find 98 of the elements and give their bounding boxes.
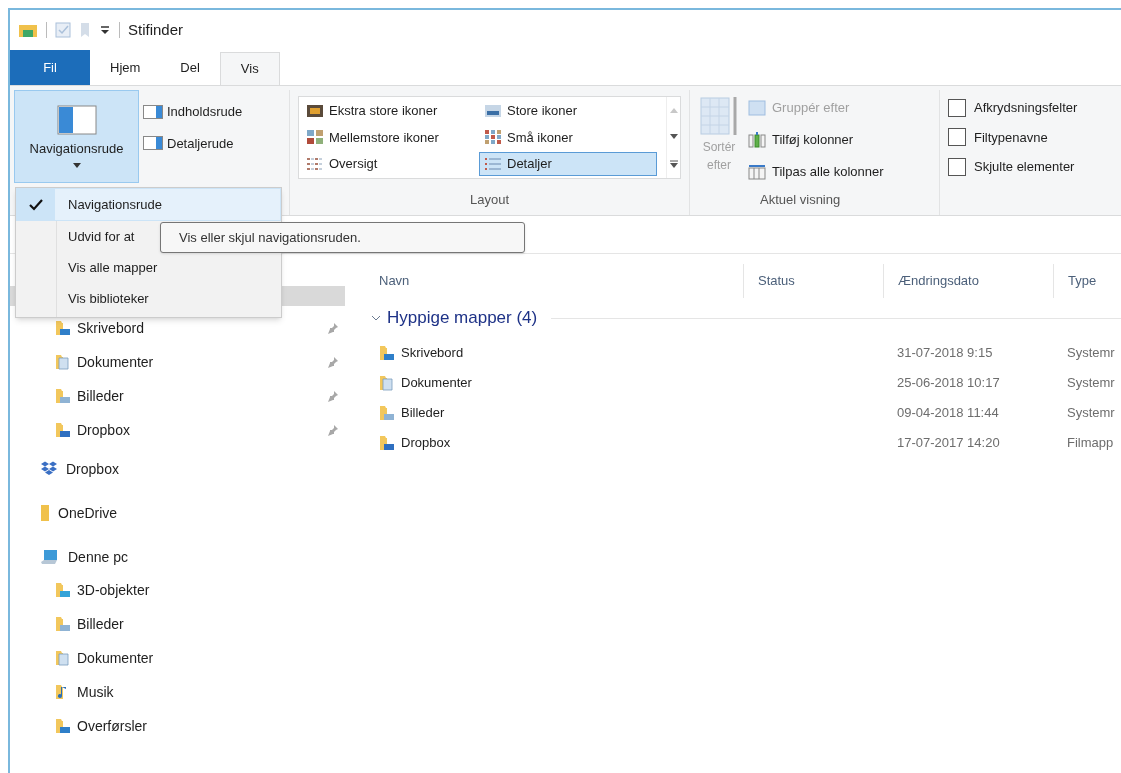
folder-icon	[55, 320, 71, 336]
column-header[interactable]: Ændringsdato	[883, 264, 1053, 298]
checkbox-label: Filtypenavne	[974, 128, 1048, 147]
customize-icon[interactable]	[99, 24, 111, 36]
nav-item[interactable]: Overførsler	[77, 715, 147, 737]
tiles-icon	[307, 130, 323, 145]
nav-item[interactable]: Dropbox	[77, 419, 327, 441]
group-label: Layout	[469, 190, 509, 209]
nav-item[interactable]: Skrivebord	[77, 317, 327, 339]
layout-option[interactable]: Oversigt	[301, 151, 479, 176]
layout-option[interactable]: Mellemstore ikoner	[301, 125, 479, 150]
large-tiles-icon	[307, 105, 323, 117]
picture-icon	[485, 105, 501, 117]
folder-icon	[379, 405, 395, 421]
folder-icon	[379, 375, 395, 391]
ribbon-tab[interactable]: Del	[160, 50, 220, 85]
small-tiles-icon	[485, 130, 501, 145]
pane-layout-icon	[56, 105, 97, 136]
table-cell-text: 09-04-2018 11:44	[896, 404, 1000, 423]
nav-item[interactable]: Billeder	[77, 613, 124, 635]
folder-icon[interactable]	[18, 22, 38, 38]
window-title: Stifinder	[128, 19, 184, 40]
folder-icon	[55, 616, 71, 632]
scroll-up-icon[interactable]	[669, 107, 678, 113]
computer-icon	[40, 549, 60, 565]
layout-option[interactable]: Små ikoner	[479, 125, 657, 150]
pin-icon[interactable]	[327, 390, 339, 402]
folder-icon	[55, 354, 71, 370]
pin-icon[interactable]	[327, 424, 339, 436]
menu-item[interactable]: Vis alle mapper	[16, 252, 281, 283]
nav-item[interactable]: Dokumenter	[77, 647, 154, 669]
file-name[interactable]: Billeder	[401, 403, 445, 423]
table-cell-text: Filmapp	[1066, 434, 1114, 453]
layout-option[interactable]: Store ikoner	[479, 99, 657, 123]
table-cell-text: Systemr	[1066, 344, 1115, 363]
group-header[interactable]: Hyppige mapper (4)	[387, 305, 538, 331]
nav-item[interactable]: Billeder	[77, 385, 327, 407]
pin-icon[interactable]	[327, 356, 339, 368]
fit-columns-icon	[748, 164, 766, 180]
caret-icon	[72, 162, 81, 168]
folder-icon	[55, 650, 71, 666]
ribbon-tab[interactable]: Fil	[10, 50, 90, 85]
view-command[interactable]: Tilføj kolonner	[748, 128, 884, 152]
checkbox[interactable]	[948, 98, 966, 117]
pane-button[interactable]: Detaljerude	[143, 133, 243, 153]
pin-icon[interactable]	[327, 322, 339, 334]
view-command[interactable]: Tilpas alle kolonner	[748, 160, 884, 184]
column-header[interactable]: Navn	[365, 264, 743, 298]
layout-option[interactable]: Ekstra store ikoner	[301, 99, 479, 123]
folder-icon	[40, 504, 50, 522]
expand-gallery-icon[interactable]	[669, 159, 678, 168]
details-icon	[485, 156, 501, 171]
nav-item[interactable]: Musik	[77, 681, 114, 703]
tooltip: Vis eller skjul navigationsruden.	[160, 222, 525, 253]
add-columns-icon	[748, 132, 766, 148]
checkbox-label: Afkrydsningsfelter	[974, 99, 1078, 117]
nav-item[interactable]: Dropbox	[66, 458, 119, 480]
collapse-icon[interactable]	[371, 313, 381, 323]
boxes-icon	[40, 461, 58, 477]
ribbon-tab[interactable]: Hjem	[90, 50, 161, 85]
nav-item[interactable]: 3D-objekter	[77, 579, 150, 601]
folder-icon	[379, 345, 395, 361]
folder-icon	[55, 422, 71, 438]
file-name[interactable]: Dropbox	[401, 433, 451, 453]
menu-item[interactable]: Navigationsrude	[16, 188, 281, 221]
folder-icon	[55, 718, 71, 734]
table-cell-text: 31-07-2018 9:15	[896, 344, 994, 363]
checkbox[interactable]	[948, 128, 966, 147]
table-cell-text: 17-07-2017 14:20	[896, 434, 1001, 453]
table-cell-text: 25-06-2018 10:17	[896, 374, 1001, 393]
nav-item[interactable]: Denne pc	[68, 546, 128, 568]
nav-item[interactable]: OneDrive	[58, 502, 118, 524]
checkbox-icon[interactable]	[55, 22, 71, 38]
navigation-pane-button[interactable]: Navigationsrude	[14, 90, 139, 183]
folder-icon	[379, 435, 395, 451]
menu-item[interactable]: Vis biblioteker	[16, 283, 281, 314]
layout-option[interactable]: Detaljer	[479, 151, 657, 176]
checkbox[interactable]	[948, 157, 966, 176]
pane-icon	[143, 104, 163, 119]
sort-icon	[699, 94, 739, 138]
pane-icon	[143, 136, 163, 151]
folder-icon	[55, 388, 71, 404]
column-header[interactable]: Status	[743, 264, 883, 298]
list-icon	[307, 156, 323, 171]
column-header[interactable]: Type	[1053, 264, 1121, 298]
check-icon	[29, 198, 43, 211]
file-name[interactable]: Skrivebord	[401, 343, 464, 363]
ribbon-tab[interactable]: Vis	[219, 52, 280, 85]
table-cell-text: Systemr	[1066, 404, 1115, 423]
pane-button[interactable]: Indholdsrude	[143, 102, 243, 122]
scroll-down-icon[interactable]	[669, 133, 678, 139]
checkbox-label: Skjulte elementer	[974, 158, 1075, 176]
file-name[interactable]: Dokumenter	[401, 373, 472, 393]
table-cell-text: Systemr	[1066, 374, 1115, 393]
grouping-icon	[748, 100, 766, 116]
folder-icon	[55, 582, 71, 598]
group-label: Aktuel visning	[760, 190, 842, 209]
nav-item[interactable]: Dokumenter	[77, 351, 327, 373]
